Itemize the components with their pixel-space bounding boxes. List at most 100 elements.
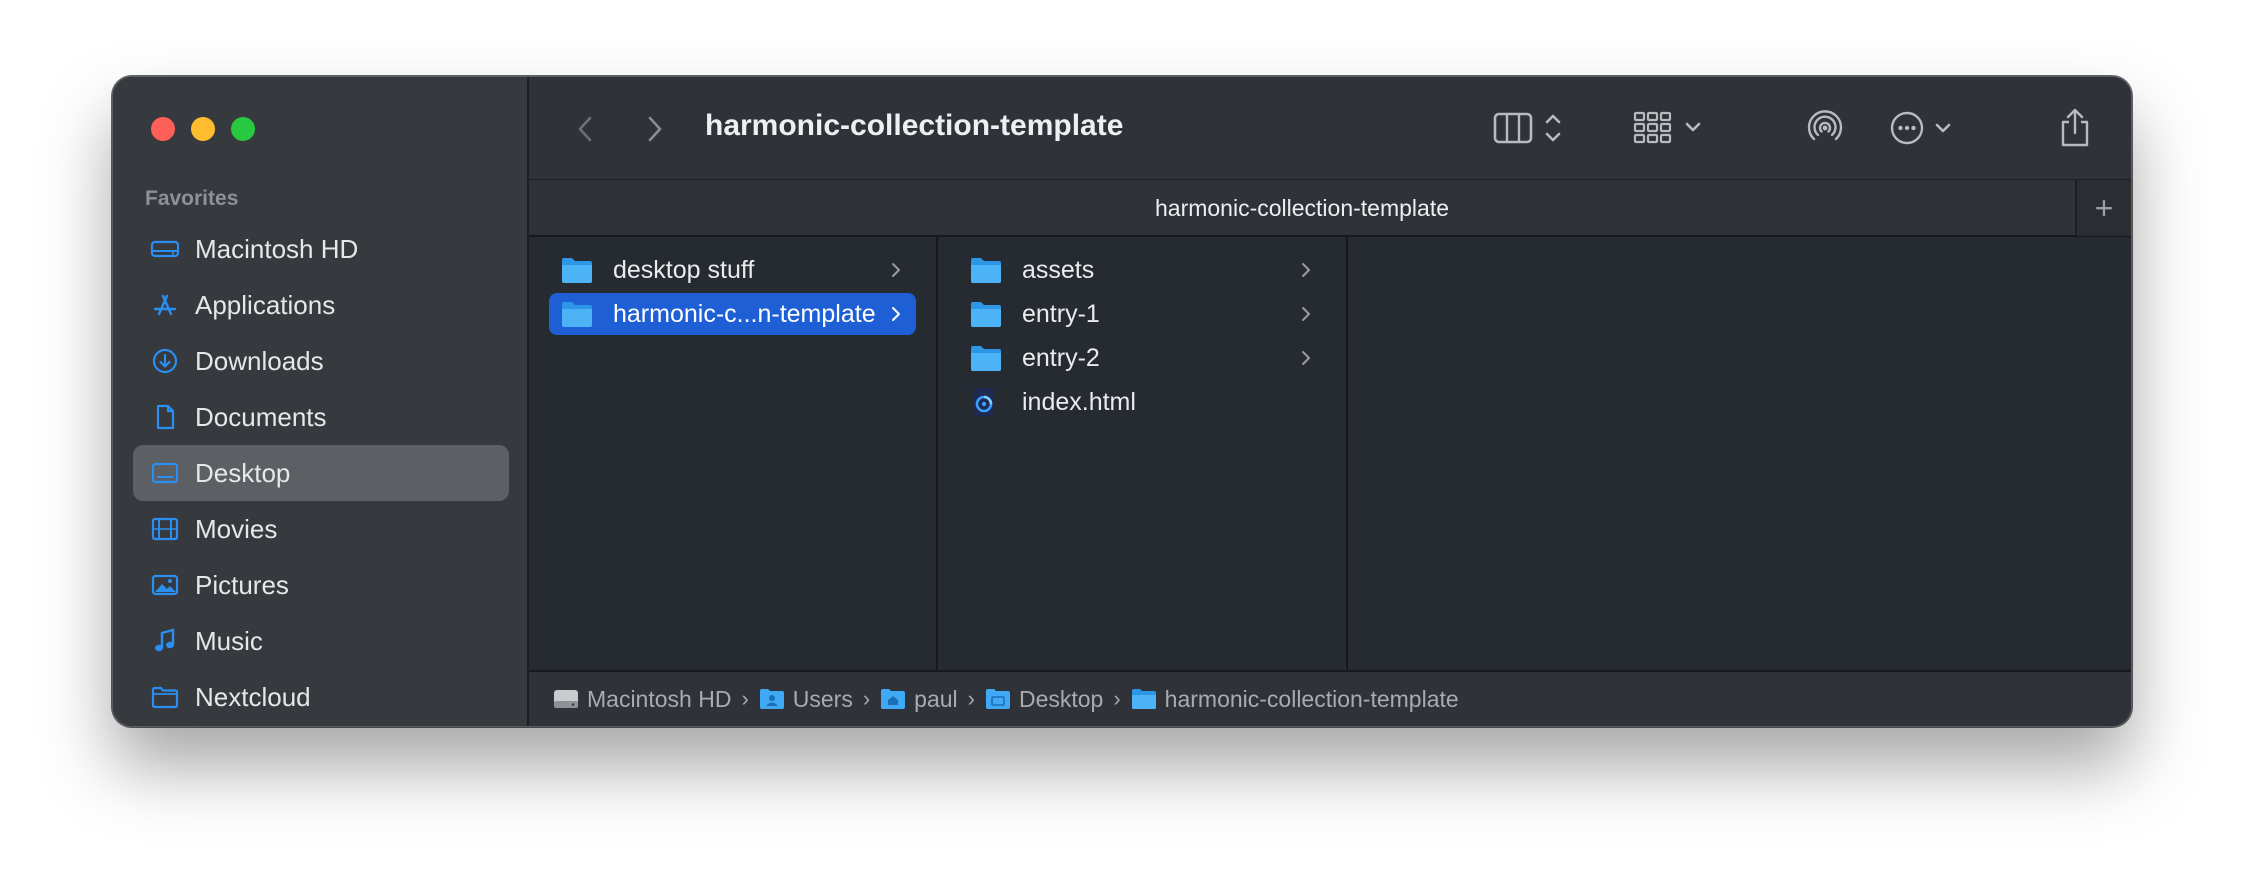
folder-icon	[1131, 687, 1157, 711]
window-controls	[151, 117, 255, 141]
breadcrumb-label: Macintosh HD	[587, 685, 732, 712]
breadcrumb-users[interactable]: Users	[759, 686, 853, 713]
column-browser: desktop stuff harmonic-c...n-template as…	[529, 237, 2131, 672]
window-title: harmonic-collection-template	[705, 109, 1124, 142]
sidebar-item-documents[interactable]: Documents	[133, 389, 509, 445]
sidebar-item-macintosh-hd[interactable]: Macintosh HD	[133, 221, 509, 277]
list-item-entry-1[interactable]: entry-1	[958, 293, 1326, 335]
path-bar: Macintosh HD › Users › paul › Desktop ›	[529, 670, 2131, 726]
desktop-folder-icon	[985, 687, 1011, 711]
music-icon	[149, 625, 181, 657]
folder-icon	[561, 298, 593, 330]
sidebar-item-desktop[interactable]: Desktop	[133, 445, 509, 501]
action-menu-button[interactable]	[1889, 103, 1961, 153]
column-desktop: desktop stuff harmonic-c...n-template	[529, 237, 938, 672]
chevron-right-icon	[1302, 307, 1310, 321]
back-button[interactable]	[567, 109, 603, 149]
breadcrumb-harmonic-collection-template[interactable]: harmonic-collection-template	[1131, 686, 1459, 713]
breadcrumb-label: Desktop	[1018, 685, 1104, 712]
finder-window: Favorites Macintosh HD Applications Down…	[112, 76, 2132, 727]
tab-harmonic-collection-template[interactable]: harmonic-collection-template	[529, 180, 2075, 236]
sidebar-item-applications[interactable]: Applications	[133, 277, 509, 333]
sidebar-item-pictures[interactable]: Pictures	[133, 557, 509, 613]
list-item-label: index.html	[1022, 387, 1136, 416]
list-item-label: desktop stuff	[613, 255, 755, 284]
desktop-icon	[149, 457, 181, 489]
airdrop-button[interactable]	[1805, 103, 1845, 153]
drive-icon	[149, 233, 181, 265]
sidebar-item-label: Nextcloud	[195, 681, 311, 712]
column-view-icon	[1493, 112, 1561, 144]
breadcrumb-macintosh-hd[interactable]: Macintosh HD	[553, 686, 731, 713]
download-icon	[149, 345, 181, 377]
forward-button[interactable]	[637, 109, 673, 149]
list-item-label: assets	[1022, 255, 1095, 284]
view-mode-button[interactable]	[1493, 103, 1573, 153]
minimize-button[interactable]	[191, 117, 215, 141]
column-harmonic-collection-template: assets entry-1 entry-2 index.html	[938, 237, 1348, 672]
html-file-icon	[970, 386, 1002, 418]
breadcrumb-label: paul	[914, 685, 958, 712]
applications-icon	[149, 289, 181, 321]
sidebar-item-label: Documents	[195, 401, 327, 432]
list-item-label: harmonic-c...n-template	[613, 299, 876, 328]
airdrop-icon	[1807, 110, 1843, 141]
sidebar-item-label: Applications	[195, 289, 336, 320]
tab-bar: harmonic-collection-template +	[529, 179, 2131, 237]
users-folder-icon	[759, 687, 785, 711]
folder-icon	[561, 254, 593, 286]
sidebar-item-label: Downloads	[195, 345, 324, 376]
folder-icon	[970, 298, 1002, 330]
breadcrumb-paul[interactable]: paul	[880, 685, 958, 713]
new-tab-button[interactable]: +	[2075, 180, 2131, 236]
chevron-right-icon	[892, 307, 900, 321]
breadcrumb-separator: ›	[967, 686, 975, 711]
film-icon	[149, 513, 181, 545]
sidebar-item-label: Macintosh HD	[195, 233, 359, 264]
list-item-desktop-stuff[interactable]: desktop stuff	[549, 249, 916, 291]
close-button[interactable]	[151, 117, 175, 141]
breadcrumb-separator: ›	[862, 686, 871, 711]
ellipsis-circle-icon	[1890, 111, 1951, 145]
sidebar-item-label: Desktop	[195, 457, 291, 488]
drive-icon	[553, 687, 579, 711]
toolbar: harmonic-collection-template	[529, 77, 2131, 179]
sidebar-list: Macintosh HD Applications Downloads Docu…	[133, 221, 509, 725]
breadcrumb-desktop[interactable]: Desktop	[985, 686, 1103, 713]
folder-icon	[970, 342, 1002, 374]
breadcrumb-separator: ›	[1113, 686, 1121, 711]
folder-icon	[149, 681, 181, 713]
chevron-right-icon	[892, 263, 900, 277]
sidebar-item-downloads[interactable]: Downloads	[133, 333, 509, 389]
share-icon	[2061, 108, 2089, 147]
chevron-right-icon	[1302, 263, 1310, 277]
list-item-assets[interactable]: assets	[958, 249, 1326, 291]
sidebar-item-nextcloud[interactable]: Nextcloud	[133, 669, 509, 725]
photo-icon	[149, 569, 181, 601]
breadcrumb-label: Users	[792, 685, 853, 712]
chevron-left-icon	[578, 116, 592, 142]
list-item-index-html[interactable]: index.html	[958, 381, 1326, 423]
zoom-button[interactable]	[231, 117, 255, 141]
folder-icon	[970, 254, 1002, 286]
sidebar-item-label: Music	[195, 625, 263, 656]
list-item-label: entry-2	[1022, 343, 1100, 372]
home-folder-icon	[880, 687, 906, 711]
sidebar: Favorites Macintosh HD Applications Down…	[113, 77, 529, 726]
grid-icon	[1633, 111, 1701, 144]
sidebar-item-label: Movies	[195, 513, 278, 544]
sidebar-item-label: Pictures	[195, 569, 289, 600]
sidebar-section-title: Favorites	[145, 187, 239, 210]
breadcrumb-label: harmonic-collection-template	[1164, 685, 1459, 712]
sidebar-item-movies[interactable]: Movies	[133, 501, 509, 557]
share-button[interactable]	[2057, 103, 2093, 153]
breadcrumb-separator: ›	[741, 686, 749, 711]
list-item-label: entry-1	[1022, 299, 1100, 328]
chevron-right-icon	[1302, 351, 1310, 365]
sidebar-item-music[interactable]: Music	[133, 613, 509, 669]
list-item-harmonic-collection-template[interactable]: harmonic-c...n-template	[549, 293, 916, 335]
document-icon	[149, 401, 181, 433]
list-item-entry-2[interactable]: entry-2	[958, 337, 1326, 379]
column-empty	[1348, 237, 2131, 672]
group-button[interactable]	[1633, 103, 1705, 153]
